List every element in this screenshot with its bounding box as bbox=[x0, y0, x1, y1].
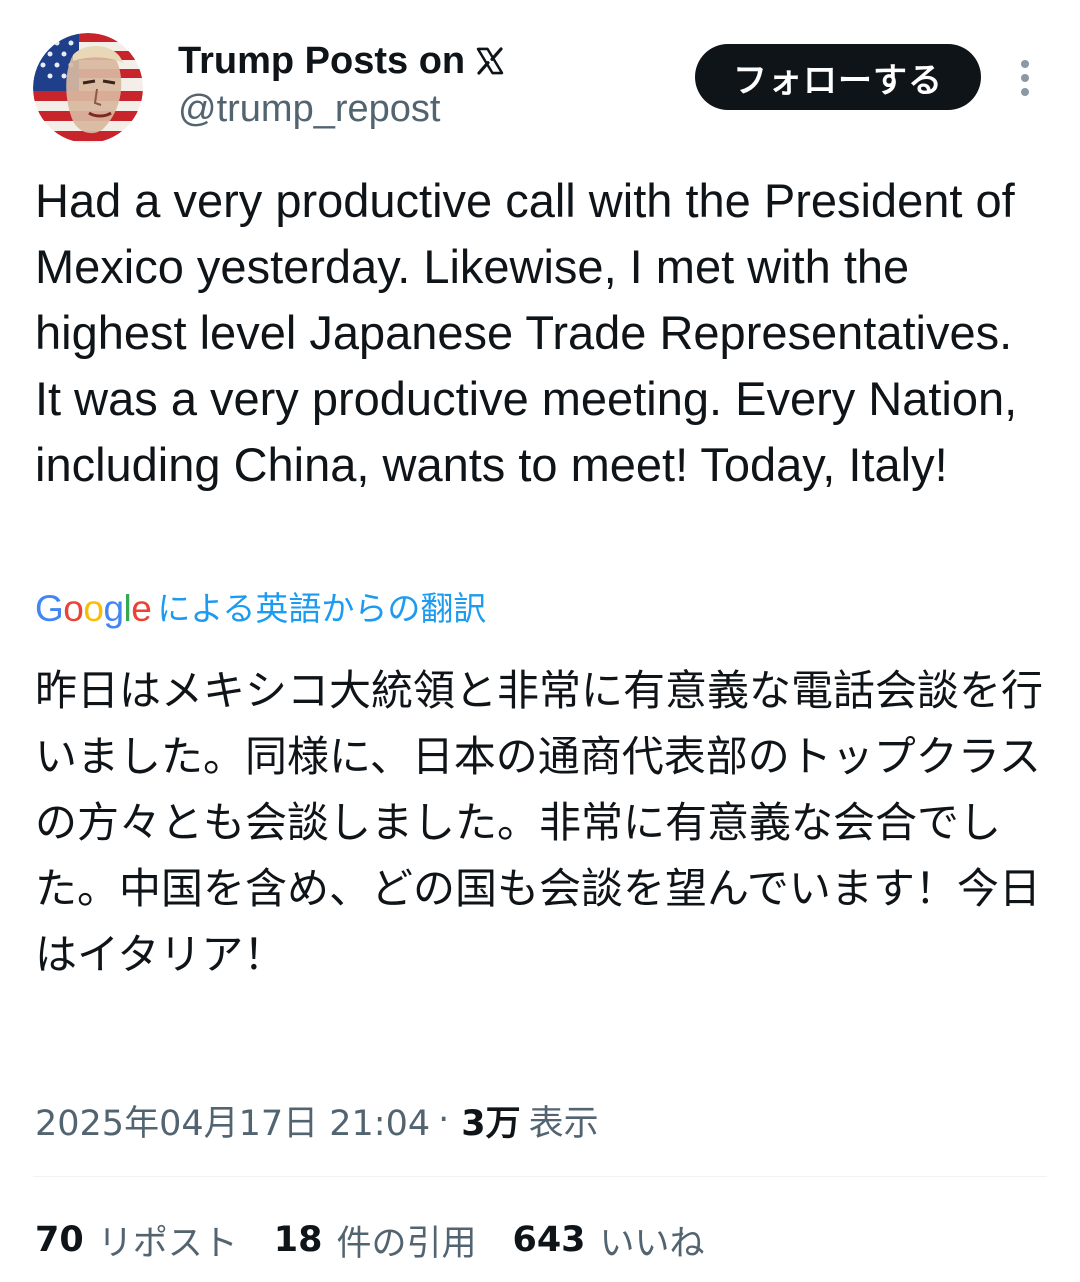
translation-label[interactable]: による英語からの翻訳 bbox=[157, 584, 486, 634]
more-vertical-icon[interactable] bbox=[1008, 56, 1042, 100]
display-name-text: Trump Posts on bbox=[178, 40, 466, 82]
stat-label: いいね bbox=[599, 1223, 705, 1264]
timestamp[interactable]: 2025年04月17日 21:04 bbox=[35, 1095, 430, 1146]
google-logo: Google bbox=[35, 584, 152, 634]
google-letter: o bbox=[63, 588, 84, 629]
google-letter: G bbox=[35, 588, 64, 629]
stat-quotes[interactable]: 18 件の引用 bbox=[274, 1215, 477, 1266]
tweet-meta: 2025年04月17日 21:04 · 3万 表示 bbox=[35, 1092, 599, 1148]
views-label: 表示 bbox=[528, 1103, 599, 1144]
translated-text: 昨日はメキシコ大統領と非常に有意義な電話会談を行いました。同様に、日本の通商代表… bbox=[35, 666, 1044, 979]
author-names: Trump Posts on @trump_repost bbox=[178, 38, 505, 132]
meta-separator: · bbox=[438, 1100, 450, 1140]
stat-likes[interactable]: 643 いいね bbox=[512, 1215, 704, 1266]
stat-label: リポスト bbox=[97, 1223, 238, 1264]
avatar[interactable] bbox=[33, 33, 143, 143]
tweet-header: Trump Posts on @trump_repost フォローする bbox=[0, 0, 1080, 160]
views-count: 3万 bbox=[461, 1103, 521, 1144]
google-letter: o bbox=[83, 588, 104, 629]
translation-attribution[interactable]: Google による英語からの翻訳 bbox=[35, 584, 486, 634]
display-name[interactable]: Trump Posts on bbox=[178, 38, 505, 84]
stat-count: 18 bbox=[273, 1220, 323, 1260]
x-logo-icon bbox=[475, 46, 505, 76]
stat-reposts[interactable]: 70 リポスト bbox=[35, 1215, 238, 1266]
follow-button[interactable]: フォローする bbox=[695, 44, 981, 110]
portrait-flag-avatar-icon bbox=[33, 33, 143, 143]
stat-count: 643 bbox=[512, 1220, 586, 1260]
user-handle[interactable]: @trump_repost bbox=[178, 86, 505, 132]
google-letter: e bbox=[131, 588, 152, 629]
engagement-stats: 70 リポスト 18 件の引用 643 いいね bbox=[35, 1212, 741, 1268]
divider bbox=[33, 1176, 1047, 1177]
tweet-text: Had a very productive call with the Pres… bbox=[35, 174, 1018, 491]
stat-label: 件の引用 bbox=[336, 1223, 477, 1264]
tweet-detail: Trump Posts on @trump_repost フォローする Had … bbox=[0, 0, 1080, 1282]
google-letter: g bbox=[103, 588, 124, 629]
stat-count: 70 bbox=[35, 1220, 84, 1260]
